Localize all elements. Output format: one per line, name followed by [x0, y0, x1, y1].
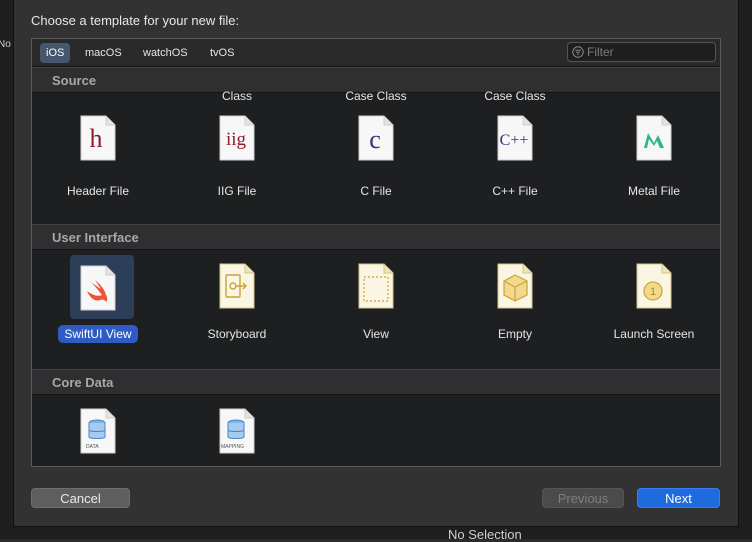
template-label: View: [363, 327, 389, 341]
template-label: SwiftUI View: [58, 325, 138, 343]
background-window-edge-right: [739, 0, 752, 539]
template-label: IIG File: [217, 184, 257, 198]
template-label: Header File: [66, 184, 130, 198]
storyboard-file-icon: [219, 263, 255, 309]
section-title-core-data: Core Data: [52, 375, 114, 390]
tab-ios[interactable]: iOS: [40, 43, 71, 63]
template-label: Launch Screen: [613, 327, 695, 341]
template-label: Empty: [497, 327, 532, 341]
background-window-bottom: No Selection: [0, 525, 752, 542]
filter-icon: [572, 46, 584, 58]
new-file-dialog: Choose a template for your new file: iOS…: [13, 0, 739, 527]
template-label: C++ File: [492, 184, 538, 198]
mapping-model-doc-label: MAPPING: [221, 444, 245, 450]
template-label: Storyboard: [207, 327, 267, 341]
clipped-template-label: Case Class: [484, 89, 546, 103]
dialog-title: Choose a template for your new file:: [31, 13, 240, 28]
section-title-source: Source: [52, 73, 97, 88]
background-truncated-text: No: [0, 39, 11, 50]
c-file-icon: c: [358, 115, 394, 161]
filter-input[interactable]: [587, 44, 711, 60]
cpp-file-glyph: C++: [500, 132, 529, 149]
previous-button[interactable]: Previous: [542, 488, 624, 508]
iig-file-icon: iig: [219, 115, 255, 161]
template-label: Metal File: [627, 184, 680, 198]
empty-file-icon: [497, 263, 533, 309]
next-button[interactable]: Next: [637, 488, 720, 508]
launch-screen-file-icon: 1: [636, 263, 672, 309]
section-title-user-interface: User Interface: [52, 230, 139, 245]
launch-screen-glyph: 1: [650, 286, 656, 298]
view-file-icon: [358, 263, 394, 309]
template-panel: iOS macOS watchOS tvOS Source Class Case…: [31, 38, 721, 467]
cancel-button[interactable]: Cancel: [31, 488, 130, 508]
template-label: C File: [360, 184, 392, 198]
c-file-glyph: c: [369, 125, 381, 154]
section-header-user-interface: User Interface: [32, 224, 720, 250]
platform-tab-bar: iOS macOS watchOS tvOS: [32, 39, 720, 67]
section-header-core-data: Core Data: [32, 369, 720, 395]
swift-file-icon: [80, 265, 116, 311]
tab-macos[interactable]: macOS: [79, 43, 128, 63]
tab-watchos[interactable]: watchOS: [137, 43, 194, 63]
tab-tvos[interactable]: tvOS: [204, 43, 240, 63]
iig-file-glyph: iig: [226, 129, 247, 150]
cpp-file-icon: C++: [497, 115, 533, 161]
data-model-doc-label: DATA: [86, 444, 99, 450]
header-file-icon: h: [80, 115, 116, 161]
background-window-edge-left: No: [0, 0, 13, 539]
header-file-glyph: h: [90, 124, 103, 153]
filter-field[interactable]: [567, 42, 716, 62]
metal-file-icon: [636, 115, 672, 161]
clipped-template-label: Case Class: [345, 89, 407, 103]
clipped-template-label: Class: [221, 89, 252, 103]
background-status-text: No Selection: [448, 527, 522, 542]
